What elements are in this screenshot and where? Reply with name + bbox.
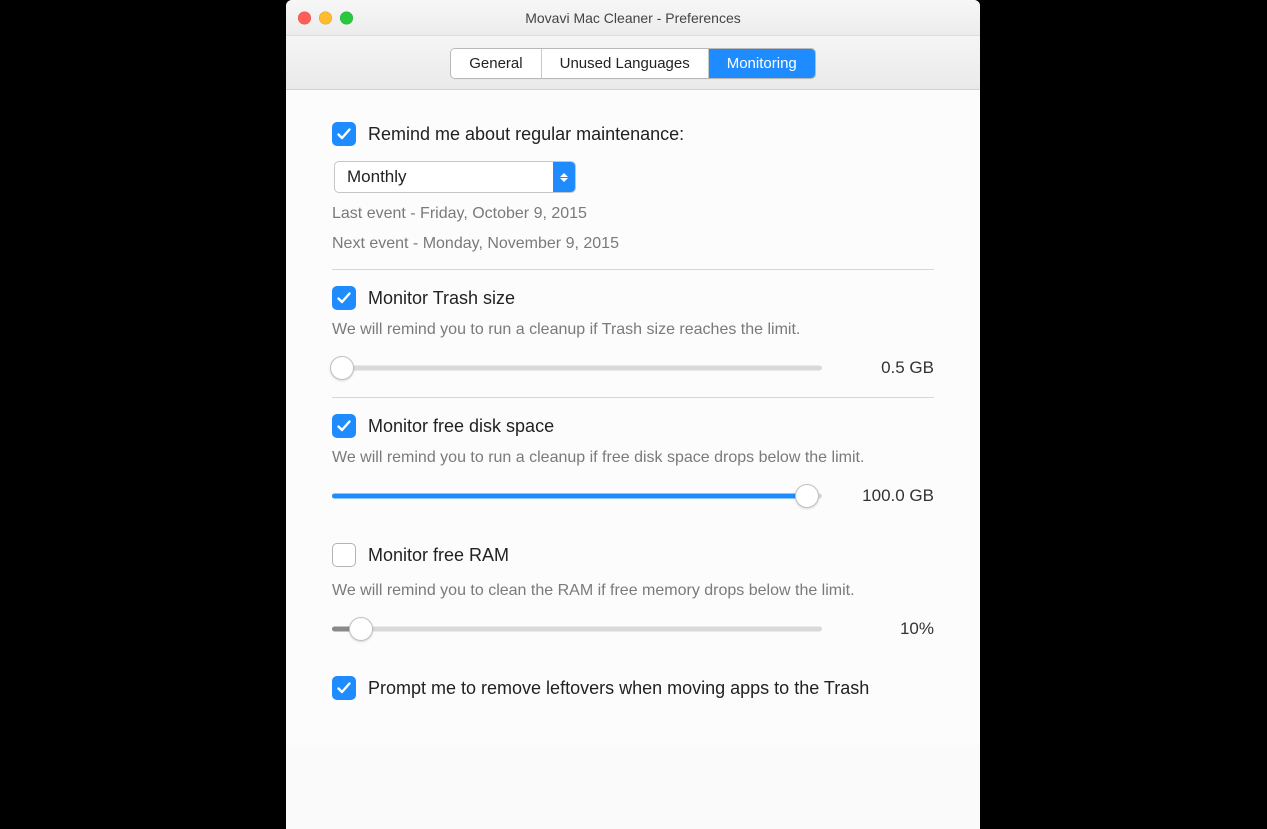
maintenance-frequency-value: Monthly xyxy=(335,162,553,192)
leftovers-checkbox[interactable] xyxy=(332,676,356,700)
trash-slider[interactable] xyxy=(332,355,822,381)
divider xyxy=(332,397,934,398)
ram-checkbox[interactable] xyxy=(332,543,356,567)
stepper-arrows-icon xyxy=(553,162,575,192)
maintenance-checkbox[interactable] xyxy=(332,122,356,146)
tab-monitoring[interactable]: Monitoring xyxy=(709,49,815,78)
maintenance-frequency-select[interactable]: Monthly xyxy=(334,161,576,193)
trash-description: We will remind you to run a cleanup if T… xyxy=(332,321,934,339)
tab-segmented-control: General Unused Languages Monitoring xyxy=(450,48,816,79)
disk-slider[interactable] xyxy=(332,483,822,509)
slider-thumb[interactable] xyxy=(330,356,354,380)
disk-label: Monitor free disk space xyxy=(368,416,554,437)
trash-slider-value: 0.5 GB xyxy=(844,358,934,378)
ram-slider[interactable] xyxy=(332,616,822,642)
disk-slider-value: 100.0 GB xyxy=(844,486,934,506)
disk-checkbox[interactable] xyxy=(332,414,356,438)
ram-label: Monitor free RAM xyxy=(368,545,509,566)
leftovers-label: Prompt me to remove leftovers when movin… xyxy=(368,678,869,699)
minimize-button[interactable] xyxy=(319,11,332,24)
slider-thumb[interactable] xyxy=(349,617,373,641)
content-area: Remind me about regular maintenance: Mon… xyxy=(286,90,980,745)
divider xyxy=(332,269,934,270)
zoom-button[interactable] xyxy=(340,11,353,24)
next-event-text: Next event - Monday, November 9, 2015 xyxy=(332,235,934,253)
close-button[interactable] xyxy=(298,11,311,24)
trash-section: Monitor Trash size We will remind you to… xyxy=(332,272,934,395)
last-event-text: Last event - Friday, October 9, 2015 xyxy=(332,205,934,223)
maintenance-label: Remind me about regular maintenance: xyxy=(368,124,684,145)
leftovers-section: Prompt me to remove leftovers when movin… xyxy=(332,656,934,715)
tab-unused-languages[interactable]: Unused Languages xyxy=(542,49,709,78)
slider-thumb[interactable] xyxy=(795,484,819,508)
preferences-window: Movavi Mac Cleaner - Preferences General… xyxy=(286,0,980,829)
ram-section: Monitor free RAM We will remind you to c… xyxy=(332,523,934,656)
tab-toolbar: General Unused Languages Monitoring xyxy=(286,36,980,90)
tab-general[interactable]: General xyxy=(451,49,541,78)
ram-slider-value: 10% xyxy=(844,619,934,639)
trash-label: Monitor Trash size xyxy=(368,288,515,309)
disk-description: We will remind you to run a cleanup if f… xyxy=(332,449,934,467)
trash-checkbox[interactable] xyxy=(332,286,356,310)
traffic-lights xyxy=(298,11,353,24)
maintenance-section: Remind me about regular maintenance: Mon… xyxy=(332,108,934,267)
titlebar: Movavi Mac Cleaner - Preferences xyxy=(286,0,980,36)
disk-section: Monitor free disk space We will remind y… xyxy=(332,400,934,523)
ram-description: We will remind you to clean the RAM if f… xyxy=(332,582,934,600)
window-title: Movavi Mac Cleaner - Preferences xyxy=(525,10,741,26)
